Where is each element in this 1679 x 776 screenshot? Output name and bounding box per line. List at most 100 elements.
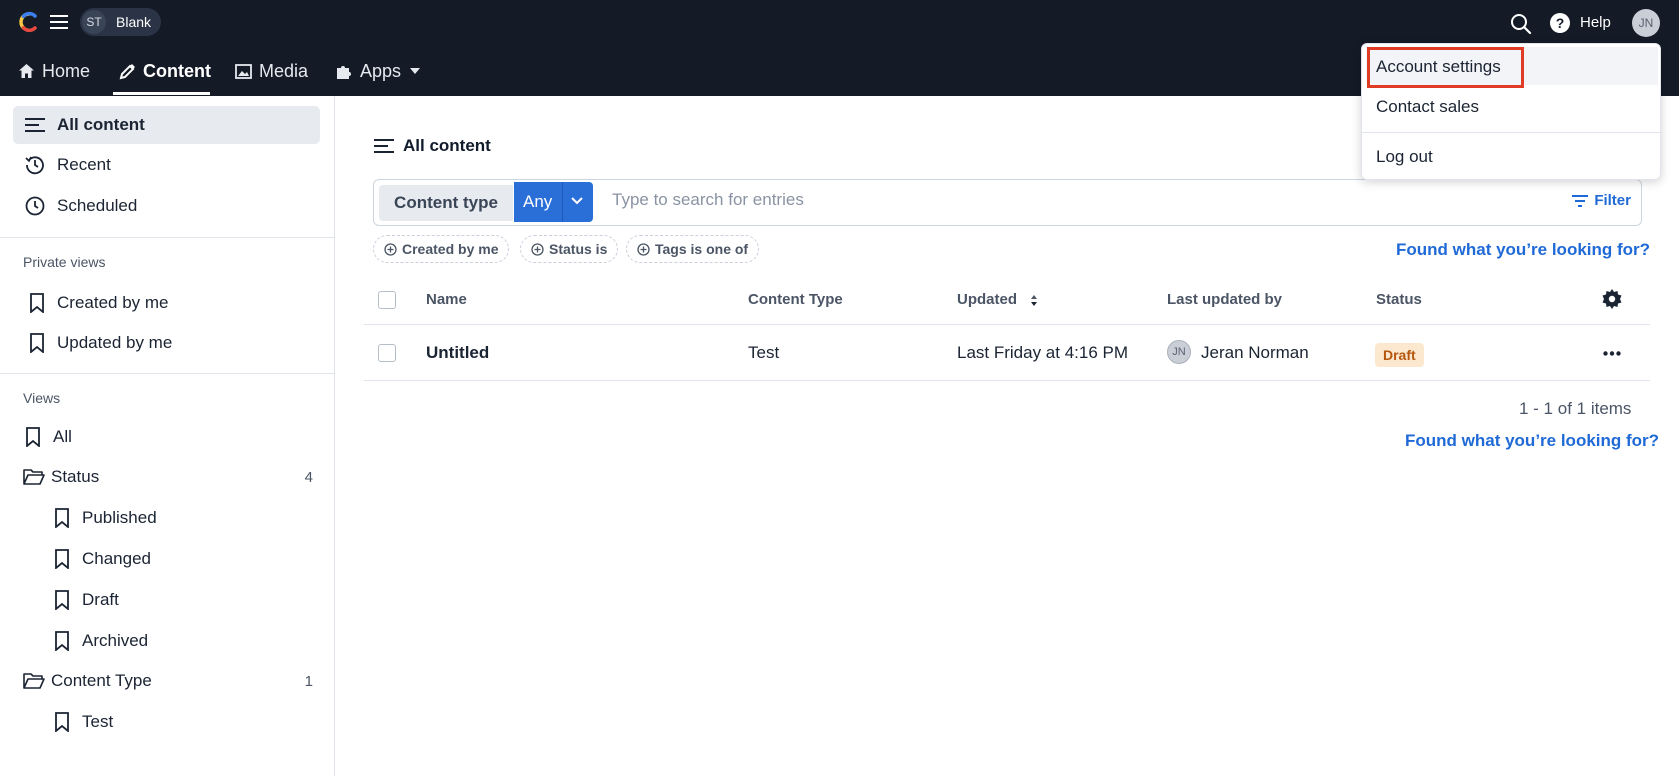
space-switcher[interactable]: ST Blank: [80, 8, 162, 36]
sidebar-folder-content-type[interactable]: Content Type 1: [23, 663, 313, 699]
status-badge: Draft: [1375, 343, 1424, 367]
sidebar-item-label: All content: [57, 115, 145, 134]
bookmark-icon: [30, 333, 44, 353]
sidebar-divider: [0, 237, 335, 238]
sidebar-item-archived[interactable]: Archived: [54, 623, 148, 659]
filter-button[interactable]: Filter: [1572, 192, 1631, 209]
chevron-down-icon: [571, 197, 583, 205]
svg-text:?: ?: [1556, 15, 1565, 31]
status-count: 4: [304, 468, 313, 486]
sidebar-item-recent[interactable]: Recent: [25, 147, 111, 183]
help-label[interactable]: Help: [1580, 14, 1611, 31]
chip-created-by-me[interactable]: Created by me: [373, 235, 510, 263]
found-link-bottom[interactable]: Found what you’re looking for?: [1405, 431, 1659, 451]
chip-label: Created by me: [402, 241, 499, 257]
image-icon: [235, 63, 252, 79]
sidebar: All content Recent Scheduled Private vie…: [0, 96, 335, 776]
sidebar-item-updated-by-me[interactable]: Updated by me: [29, 325, 172, 361]
column-header-status[interactable]: Status: [1376, 291, 1422, 308]
sidebar-item-test[interactable]: Test: [54, 704, 113, 740]
tab-home-label: Home: [42, 60, 91, 81]
sidebar-item-label: Content Type: [51, 671, 152, 690]
page-title-label: All content: [403, 136, 491, 155]
tab-media[interactable]: Media: [235, 46, 308, 96]
chip-tags-is-one-of[interactable]: Tags is one of: [626, 235, 760, 263]
plus-circle-icon: [637, 242, 650, 256]
tab-apps-label: Apps: [360, 60, 402, 81]
column-header-updated-label: Updated: [957, 291, 1017, 308]
sidebar-item-label: Updated by me: [57, 333, 173, 352]
content-type-label: Content type: [379, 185, 513, 221]
column-header-last-updated-by[interactable]: Last updated by: [1167, 291, 1282, 308]
filter-icon: [1572, 194, 1589, 207]
sort-icon: [1031, 295, 1038, 307]
bookmark-icon: [26, 427, 40, 447]
plus-circle-icon: [531, 242, 544, 256]
list-icon: [25, 118, 45, 132]
sidebar-item-label: Scheduled: [57, 196, 138, 215]
contentful-logo-icon[interactable]: [18, 11, 40, 33]
column-header-content-type[interactable]: Content Type: [748, 291, 843, 308]
sidebar-item-scheduled[interactable]: Scheduled: [25, 188, 137, 224]
bookmark-icon: [30, 293, 44, 313]
top-bar: ST Blank ? Help JN: [0, 0, 1679, 46]
bookmark-icon: [55, 590, 69, 610]
column-header-updated[interactable]: Updated: [957, 291, 1039, 308]
gear-icon[interactable]: [1602, 289, 1622, 309]
menu-icon[interactable]: [50, 14, 68, 30]
user-avatar[interactable]: JN: [1632, 9, 1660, 37]
avatar: JN: [1167, 340, 1191, 364]
history-icon: [25, 156, 44, 175]
content-type-value: Any: [523, 192, 553, 211]
sidebar-item-published[interactable]: Published: [54, 500, 157, 536]
tab-content[interactable]: Content: [119, 46, 211, 96]
sidebar-item-draft[interactable]: Draft: [54, 582, 119, 618]
menu-item-contact-sales[interactable]: Contact sales: [1376, 97, 1479, 117]
search-icon[interactable]: [1510, 13, 1532, 35]
sidebar-item-label: Changed: [82, 549, 152, 568]
sidebar-folder-status[interactable]: Status 4: [23, 459, 313, 495]
select-all-checkbox[interactable]: [378, 291, 396, 309]
tab-content-label: Content: [143, 60, 211, 81]
bookmark-icon: [55, 549, 69, 569]
search-bar: Content type Any Filter: [373, 179, 1642, 226]
sidebar-item-label: Status: [51, 467, 100, 486]
content-type-count: 1: [304, 672, 313, 690]
sidebar-item-created-by-me[interactable]: Created by me: [29, 285, 169, 321]
sidebar-item-all[interactable]: All: [25, 419, 72, 455]
sidebar-item-label: All: [53, 427, 72, 446]
sidebar-item-label: Archived: [82, 631, 149, 650]
sidebar-divider: [0, 373, 335, 374]
row-checkbox[interactable]: [378, 344, 396, 362]
tab-apps[interactable]: Apps: [335, 46, 421, 96]
tab-home[interactable]: Home: [18, 46, 90, 96]
help-icon[interactable]: ?: [1549, 12, 1571, 34]
puzzle-icon: [337, 65, 351, 79]
sidebar-item-changed[interactable]: Changed: [54, 541, 151, 577]
menu-divider: [1362, 132, 1662, 133]
bookmark-icon: [55, 712, 69, 732]
search-input[interactable]: [612, 190, 1412, 210]
folder-icon: [23, 469, 45, 485]
entry-name[interactable]: Untitled: [426, 343, 489, 363]
sidebar-item-label: Draft: [82, 590, 119, 609]
more-options-icon[interactable]: [1603, 351, 1621, 356]
menu-item-log-out[interactable]: Log out: [1376, 147, 1433, 167]
chevron-down-icon: [410, 68, 421, 74]
account-menu: Account settings Contact sales Log out: [1361, 43, 1662, 180]
views-heading: Views: [23, 390, 61, 406]
found-link-top[interactable]: Found what you’re looking for?: [1396, 240, 1650, 260]
content-type-select[interactable]: Any: [514, 182, 593, 222]
sidebar-item-all-content[interactable]: All content: [13, 106, 320, 144]
menu-item-account-settings[interactable]: Account settings: [1376, 57, 1501, 77]
table-row[interactable]: Untitled Test Last Friday at 4:16 PM JN …: [364, 325, 1650, 381]
tab-media-label: Media: [259, 60, 309, 81]
list-icon: [374, 139, 394, 153]
chip-label: Status is: [549, 241, 608, 257]
column-header-name[interactable]: Name: [426, 291, 467, 308]
chip-status-is[interactable]: Status is: [520, 235, 619, 263]
filter-label: Filter: [1594, 192, 1631, 209]
table-header: Name Content Type Updated Last updated b…: [364, 275, 1650, 325]
private-views-heading: Private views: [23, 254, 106, 270]
page-title: All content: [374, 136, 491, 156]
